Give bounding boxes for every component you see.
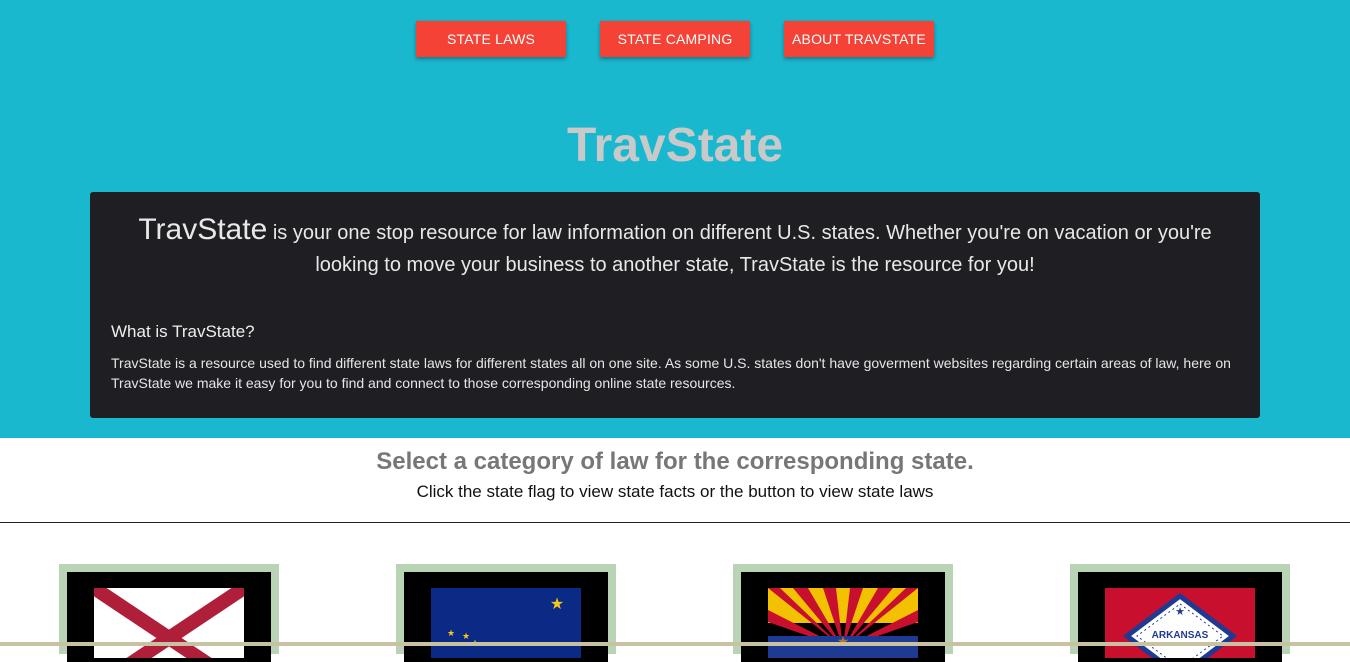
- arkansas-flag-card[interactable]: ★ ARKANSAS: [1070, 564, 1290, 662]
- arkansas-flag-label: ARKANSAS: [1152, 630, 1209, 641]
- what-is-heading: What is TravState?: [111, 322, 255, 341]
- svg-text:★: ★: [1175, 605, 1185, 618]
- about-travstate-button[interactable]: ABOUT TRAVSTATE: [784, 21, 934, 57]
- arizona-flag: ★: [768, 588, 918, 658]
- intro-card: TravState is your one stop resource for …: [90, 192, 1260, 418]
- arizona-flag-card[interactable]: ★: [733, 564, 953, 662]
- intro-lead-text: is your one stop resource for law inform…: [267, 222, 1212, 276]
- select-category-subheading: Click the state flag to view state facts…: [416, 482, 934, 501]
- alabama-flag: [94, 588, 244, 658]
- flag-frame: ★ ARKANSAS: [1078, 572, 1282, 662]
- intro-brand: TravState: [138, 213, 268, 246]
- intro-lead: TravState is your one stop resource for …: [111, 214, 1239, 281]
- state-laws-button[interactable]: STATE LAWS: [416, 21, 566, 57]
- window-bottom-edge: [0, 642, 1350, 646]
- alabama-flag-card[interactable]: [59, 564, 279, 662]
- state-camping-button[interactable]: STATE CAMPING: [600, 21, 750, 57]
- alaska-flag-card[interactable]: ★ ★ ★ ★: [396, 564, 616, 662]
- select-category-heading: Select a category of law for the corresp…: [376, 448, 974, 475]
- svg-text:★: ★: [550, 594, 564, 613]
- flag-frame: [67, 572, 271, 662]
- hero-section: STATE LAWS STATE CAMPING ABOUT TRAVSTATE…: [0, 0, 1350, 438]
- svg-text:★: ★: [447, 629, 455, 639]
- site-title: TravState: [566, 119, 784, 172]
- alaska-flag: ★ ★ ★ ★: [431, 588, 581, 658]
- section-divider: [0, 522, 1350, 523]
- arkansas-flag: ★ ARKANSAS: [1105, 588, 1255, 658]
- what-is-text: TravState is a resource used to find dif…: [111, 355, 1231, 391]
- flag-frame: ★: [741, 572, 945, 662]
- svg-text:★: ★: [462, 632, 470, 642]
- flag-frame: ★ ★ ★ ★: [404, 572, 608, 662]
